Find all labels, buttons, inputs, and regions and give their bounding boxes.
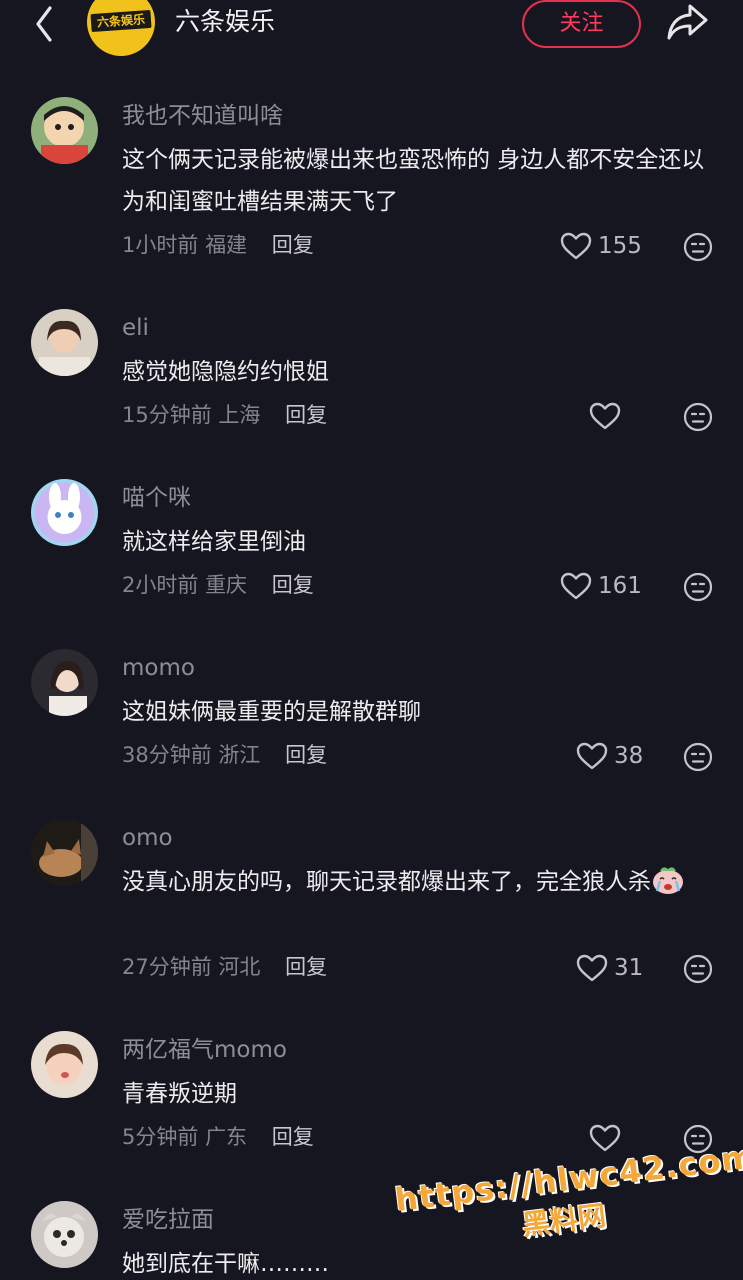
- like-count: 155: [598, 233, 642, 259]
- comment-time: 5分钟前: [122, 1125, 199, 1149]
- avatar[interactable]: [31, 819, 98, 886]
- like-button[interactable]: 31: [576, 953, 643, 983]
- like-button[interactable]: 155: [560, 231, 642, 261]
- logo-text: 六条娱乐: [96, 12, 146, 30]
- comment-time: 38分钟前: [122, 743, 212, 767]
- reply-button[interactable]: 回复: [285, 743, 327, 767]
- comment-text: 这姐妹俩最重要的是解散群聊: [122, 699, 421, 725]
- avatar[interactable]: [31, 649, 98, 716]
- comment-text: 这个俩天记录能被爆出来也蛮恐怖的 身边人都不安全还以为和闺蜜吐槽结果满天飞了: [122, 147, 705, 215]
- neutral-face-icon[interactable]: [683, 402, 713, 432]
- reply-button[interactable]: 回复: [285, 403, 327, 427]
- comment-text-content: 没真心朋友的吗，聊天记录都爆出来了，完全狼人杀: [122, 869, 651, 895]
- account-logo[interactable]: 六条娱乐: [87, 0, 155, 56]
- comment-username[interactable]: 爱吃拉面: [122, 1204, 214, 1236]
- comment-location: 上海: [218, 403, 261, 427]
- neutral-face-icon[interactable]: [683, 232, 713, 262]
- comment-text: 就这样给家里倒油: [122, 529, 306, 555]
- like-count: 38: [614, 743, 644, 769]
- comment-location: 重庆: [205, 573, 248, 597]
- comment-meta: 2小时前 重庆 回复: [122, 570, 314, 600]
- like-button[interactable]: 38: [576, 741, 643, 771]
- crying-emoji-icon: [651, 863, 685, 895]
- comment-username[interactable]: 喵个咪: [122, 482, 191, 514]
- neutral-face-icon[interactable]: [683, 954, 713, 984]
- comment-meta: 38分钟前 浙江 回复: [122, 740, 327, 770]
- comment-location: 广东: [205, 1125, 248, 1149]
- like-count: 161: [598, 573, 642, 599]
- heart-outline-icon: [576, 742, 608, 770]
- neutral-face-icon[interactable]: [683, 572, 713, 602]
- heart-outline-icon: [560, 232, 592, 260]
- avatar[interactable]: [31, 479, 98, 546]
- comment-username[interactable]: 我也不知道叫啥: [122, 100, 283, 132]
- comment-meta: 15分钟前 上海 回复: [122, 400, 327, 430]
- avatar[interactable]: [31, 309, 98, 376]
- comment-location: 福建: [205, 233, 248, 257]
- comment-time: 15分钟前: [122, 403, 212, 427]
- like-button[interactable]: 161: [560, 571, 642, 601]
- comment-meta: 1小时前 福建 回复: [122, 230, 314, 260]
- comment-location: 河北: [218, 955, 261, 979]
- reply-button[interactable]: 回复: [272, 573, 314, 597]
- comment-username[interactable]: omo: [122, 822, 173, 854]
- avatar[interactable]: [31, 1201, 98, 1268]
- comment-time: 2小时前: [122, 573, 199, 597]
- avatar[interactable]: [31, 1031, 98, 1098]
- comment-time: 27分钟前: [122, 955, 212, 979]
- comment-text: 青春叛逆期: [122, 1081, 237, 1107]
- comment-text: 感觉她隐隐约约恨姐: [122, 359, 329, 385]
- heart-outline-icon: [589, 402, 621, 430]
- comment-page: 六条娱乐 六条娱乐 关注 我也不知道叫啥 这个俩天记录能被爆出来也蛮恐怖的 身边…: [0, 0, 743, 1280]
- comment-meta: 27分钟前 河北 回复: [122, 952, 327, 982]
- like-button[interactable]: [589, 1123, 621, 1153]
- account-name[interactable]: 六条娱乐: [175, 4, 275, 40]
- share-arrow-icon[interactable]: [665, 0, 711, 44]
- comment-time: 1小时前: [122, 233, 199, 257]
- top-bar: 六条娱乐 六条娱乐 关注: [0, 0, 743, 88]
- heart-outline-icon: [560, 572, 592, 600]
- comment-meta: 5分钟前 广东 回复: [122, 1122, 314, 1152]
- avatar[interactable]: [31, 97, 98, 164]
- follow-button[interactable]: 关注: [522, 0, 641, 48]
- like-count: 31: [614, 955, 644, 981]
- comment-username[interactable]: 两亿福气momo: [122, 1034, 287, 1066]
- like-button[interactable]: [589, 401, 621, 431]
- heart-outline-icon: [576, 954, 608, 982]
- reply-button[interactable]: 回复: [272, 233, 314, 257]
- neutral-face-icon[interactable]: [683, 742, 713, 772]
- comment-location: 浙江: [218, 743, 261, 767]
- comment-text: 没真心朋友的吗，聊天记录都爆出来了，完全狼人杀: [122, 861, 712, 903]
- comment-username[interactable]: eli: [122, 312, 149, 344]
- heart-outline-icon: [589, 1124, 621, 1152]
- comment-username[interactable]: momo: [122, 652, 195, 684]
- back-icon[interactable]: [26, 2, 66, 46]
- reply-button[interactable]: 回复: [272, 1125, 314, 1149]
- reply-button[interactable]: 回复: [285, 955, 327, 979]
